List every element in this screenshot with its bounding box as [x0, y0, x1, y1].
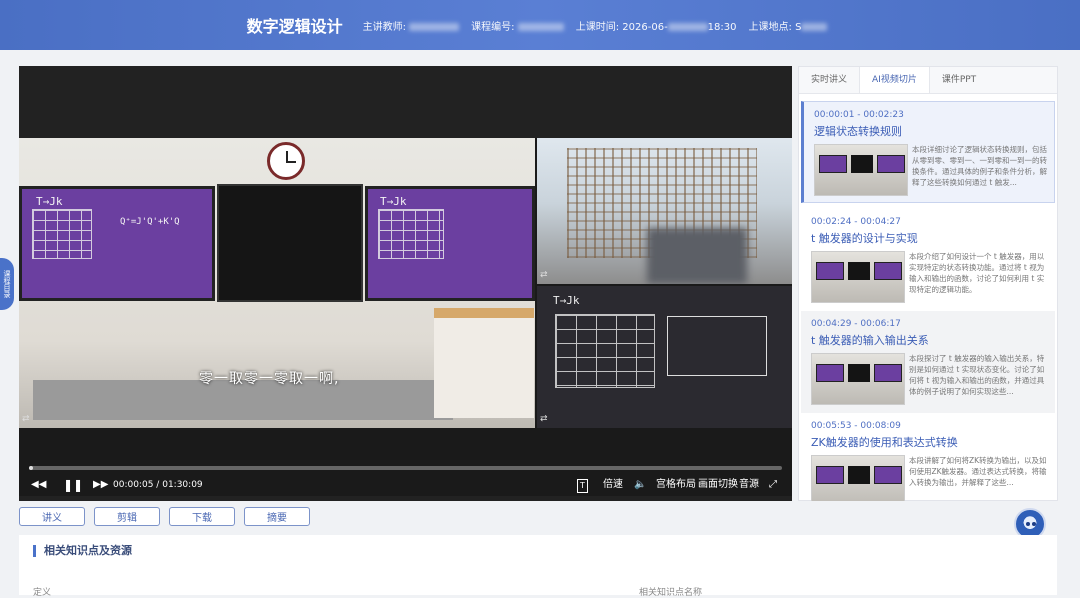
- clip-thumbnail: [811, 251, 905, 303]
- fast-forward-icon[interactable]: ▶▶: [93, 477, 108, 493]
- redacted-date: [667, 22, 708, 31]
- main-camera-view: T→Jk Q⁺=J'Q'+K'Q T→Jk 零一取零一零取一啊, ⇄: [19, 138, 535, 428]
- grid-layout-button[interactable]: 宫格布局: [656, 477, 696, 493]
- swap-icon[interactable]: ⇄: [540, 270, 548, 280]
- redacted-teacher: [409, 22, 460, 31]
- clip-item[interactable]: 00:04:29 - 00:06:17 t 触发器的输入输出关系 本段探讨了 t…: [801, 311, 1055, 413]
- swap-icon[interactable]: ⇄: [22, 414, 30, 424]
- related-resources-section: 相关知识点及资源 定义 相关知识点名称: [19, 535, 1057, 598]
- wall-clock: [267, 142, 305, 180]
- location-info: 上课地点: S: [749, 18, 828, 33]
- center-black-screen: [217, 184, 363, 302]
- download-button[interactable]: 下载: [169, 507, 235, 526]
- video-grid[interactable]: T→Jk Q⁺=J'Q'+K'Q T→Jk 零一取零一零取一啊, ⇄ ⇄ T→J…: [19, 138, 792, 496]
- right-smart-board: T→Jk: [365, 186, 535, 301]
- player-controls: ◀◀ ❚❚ ▶▶ 00:00:05 / 01:30:09 T 倍速 🔈 宫格布局…: [19, 461, 792, 501]
- handout-button[interactable]: 讲义: [19, 507, 85, 526]
- fullscreen-icon[interactable]: ⤢: [769, 477, 777, 493]
- time-display: 00:00:05 / 01:30:09: [113, 480, 203, 490]
- volume-icon[interactable]: 🔈: [634, 477, 646, 493]
- blurred-person: [647, 228, 747, 284]
- room-camera-view: ⇄: [537, 138, 792, 284]
- view-switch-button[interactable]: 画面切换: [698, 477, 738, 493]
- panel-tabs: 实时讲义 AI视频切片 课件PPT: [799, 67, 1057, 94]
- action-buttons: 讲义 剪辑 下载 摘要: [19, 507, 310, 526]
- clip-time: 00:04:29 - 00:06:17: [811, 319, 901, 329]
- teacher-info: 主讲教师:: [363, 18, 460, 33]
- course-header: 数字逻辑设计 主讲教师: 课程编号: 上课时间: 2026-06- 18:30 上…: [0, 0, 1080, 50]
- clip-thumbnail: [811, 353, 905, 405]
- column-definition: 定义: [33, 588, 52, 598]
- redacted-location: [801, 22, 828, 31]
- subtitle-icon[interactable]: T: [577, 479, 588, 493]
- class-time-info: 上课时间: 2026-06- 18:30: [575, 21, 737, 33]
- circuit-drawing: [667, 316, 767, 376]
- clip-item[interactable]: 00:00:01 - 00:02:23 逻辑状态转换规则 本段详细讨论了逻辑状态…: [801, 101, 1055, 203]
- tab-courseware-ppt[interactable]: 课件PPT: [930, 67, 988, 93]
- lecture-podium: [434, 308, 534, 418]
- redacted-course-code: [517, 22, 564, 31]
- clip-button[interactable]: 剪辑: [94, 507, 160, 526]
- clip-description: 本段讲解了如何将ZK转换为输出，以及如何使用ZK触发器。通过表达式转换，将输入转…: [909, 456, 1047, 487]
- side-catalog-tab[interactable]: 课程目录: [0, 258, 14, 310]
- clip-title: ZK触发器的使用和表达式转换: [811, 436, 958, 449]
- section-title: 相关知识点及资源: [33, 545, 132, 557]
- clip-thumbnail: [814, 144, 908, 196]
- clip-time: 00:00:01 - 00:02:23: [814, 110, 904, 120]
- video-subtitle: 零一取零一零取一啊,: [199, 371, 340, 387]
- clip-title: 逻辑状态转换规则: [814, 125, 902, 138]
- pause-icon[interactable]: ❚❚: [63, 477, 83, 493]
- clip-description: 本段介绍了如何设计一个 t 触发器，用以实现特定的状态转换功能。通过将 t 视为…: [909, 252, 1045, 294]
- board-camera-view: T→Jk ⇄: [537, 286, 792, 428]
- side-panel: 实时讲义 AI视频切片 课件PPT 00:00:01 - 00:02:23 逻辑…: [798, 66, 1058, 501]
- speed-button[interactable]: 倍速: [603, 477, 623, 493]
- clip-thumbnail: [811, 455, 905, 501]
- tab-live-handout[interactable]: 实时讲义: [799, 67, 859, 93]
- clip-time: 00:05:53 - 00:08:09: [811, 421, 901, 431]
- video-player[interactable]: T→Jk Q⁺=J'Q'+K'Q T→Jk 零一取零一零取一啊, ⇄ ⇄ T→J…: [19, 66, 792, 501]
- tab-ai-video-clips[interactable]: AI视频切片: [859, 67, 930, 93]
- column-knowledge-name: 相关知识点名称: [639, 588, 703, 598]
- clip-time: 00:02:24 - 00:04:27: [811, 217, 901, 227]
- course-title: 数字逻辑设计: [246, 17, 343, 36]
- clip-title: t 触发器的输入输出关系: [811, 334, 929, 347]
- progress-fill: [29, 466, 33, 470]
- summary-button[interactable]: 摘要: [244, 507, 310, 526]
- clip-description: 本段详细讨论了逻辑状态转换规则，包括从零到零、零到一、一到零和一到一的转换条件。…: [912, 145, 1047, 187]
- left-smart-board: T→Jk Q⁺=J'Q'+K'Q: [19, 186, 215, 301]
- clip-list: 00:00:01 - 00:02:23 逻辑状态转换规则 本段详细讨论了逻辑状态…: [799, 95, 1057, 501]
- audio-source-button[interactable]: 音源: [739, 477, 759, 493]
- progress-bar[interactable]: [29, 466, 782, 470]
- clip-item[interactable]: 00:02:24 - 00:04:27 t 触发器的设计与实现 本段介绍了如何设…: [801, 209, 1055, 311]
- rewind-icon[interactable]: ◀◀: [31, 477, 46, 493]
- clip-title: t 触发器的设计与实现: [811, 232, 918, 245]
- clip-description: 本段探讨了 t 触发器的输入输出关系，特别是如何通过 t 实现状态变化。讨论了如…: [909, 354, 1045, 396]
- swap-icon[interactable]: ⇄: [540, 414, 548, 424]
- clip-item[interactable]: 00:05:53 - 00:08:09 ZK触发器的使用和表达式转换 本段讲解了…: [801, 413, 1055, 501]
- course-code-info: 课程编号:: [471, 18, 564, 33]
